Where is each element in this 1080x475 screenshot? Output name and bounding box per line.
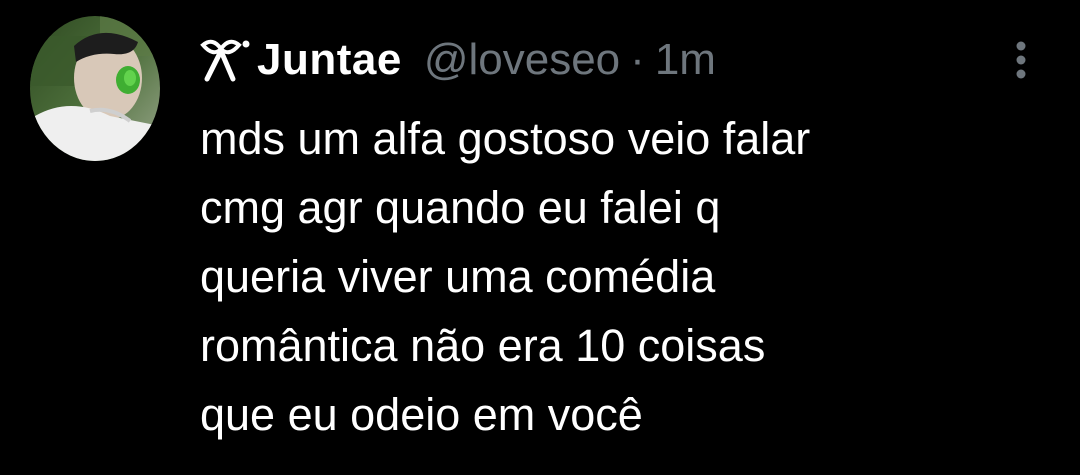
more-vertical-icon[interactable]: [1006, 38, 1036, 82]
tweet-text-line: queria viver uma comédia: [200, 251, 716, 302]
tweet-text-line: cmg agr quando eu falei q: [200, 182, 721, 233]
avatar[interactable]: [30, 16, 160, 161]
tweet-text: mds um alfa gostoso veio falar cmg agr q…: [200, 104, 1060, 449]
user-handle[interactable]: @loveseo: [424, 35, 620, 85]
display-name[interactable]: Juntae: [257, 35, 402, 85]
avatar-photo: [30, 16, 160, 161]
tweet-text-line: romântica não era 10 coisas: [200, 320, 766, 371]
timestamp[interactable]: 1m: [655, 35, 716, 85]
tweet-header: Juntae @loveseo · 1m: [197, 30, 716, 90]
tweet-text-line: mds um alfa gostoso veio falar: [200, 113, 811, 164]
tweet[interactable]: Juntae @loveseo · 1m mds um alfa gostoso…: [0, 0, 1080, 475]
bow-icon: [197, 35, 253, 85]
tweet-text-line: que eu odeio em você: [200, 389, 643, 440]
separator-dot: ·: [630, 35, 645, 84]
